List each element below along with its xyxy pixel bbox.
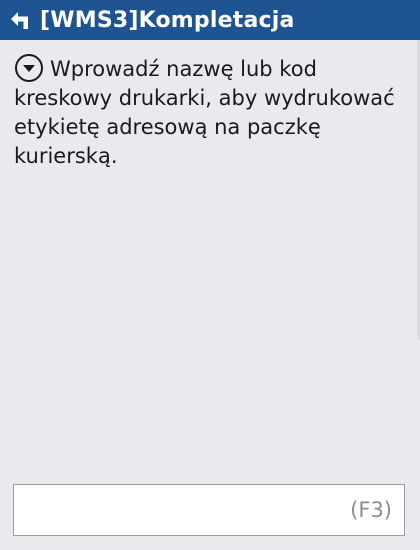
chevron-down-circle-icon[interactable] xyxy=(14,53,44,83)
barcode-input[interactable]: (F3) xyxy=(13,484,405,536)
function-key-hint: (F3) xyxy=(350,498,392,522)
bottom-edge xyxy=(0,544,420,550)
message-area: Wprowadź nazwę lub kod kreskowy drukarki… xyxy=(14,53,406,171)
back-arrow-icon xyxy=(11,12,28,29)
title-bar: [WMS3]Kompletacja xyxy=(0,0,420,40)
app-title: [WMS3]Kompletacja xyxy=(40,7,295,33)
instruction-text: Wprowadź nazwę lub kod kreskowy drukarki… xyxy=(14,57,395,168)
back-button[interactable] xyxy=(0,0,40,40)
